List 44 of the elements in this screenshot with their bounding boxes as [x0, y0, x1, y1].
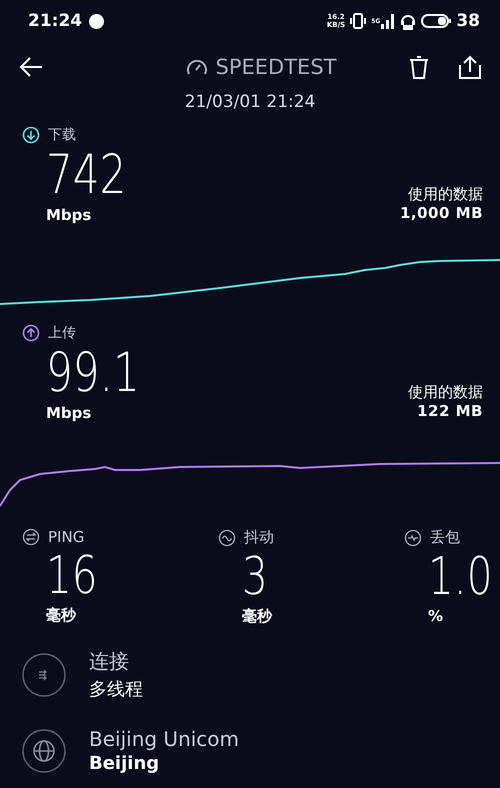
data-used-label: 使用的数据: [408, 383, 483, 402]
data-used-value: 1,000 MB: [400, 204, 483, 222]
metric-label: 抖动: [244, 528, 274, 547]
vibrate-icon: [350, 13, 366, 29]
detail-title: 连接: [89, 648, 130, 675]
notification-dot-icon: [89, 14, 104, 28]
metric-value: 16: [46, 546, 98, 606]
data-used-value: 122 MB: [417, 402, 483, 420]
speed-value: 99.1: [46, 342, 140, 404]
pulse-icon: [404, 528, 422, 546]
arrows-icon: [22, 652, 66, 696]
headset-hd-icon: [400, 12, 416, 30]
back-arrow-icon: [18, 56, 44, 78]
speed-unit: Mbps: [46, 206, 92, 224]
metric-label: PING: [48, 528, 84, 546]
data-used-label: 使用的数据: [408, 185, 483, 204]
metric-unit: 毫秒: [46, 606, 78, 625]
gauge-icon: [186, 57, 208, 77]
status-time: 21:24: [28, 11, 82, 31]
share-icon: [458, 55, 482, 79]
speed-label: 上传: [48, 324, 76, 342]
trash-icon: [408, 55, 430, 79]
speed-label: 下载: [48, 126, 76, 144]
detail-subtitle: Beijing: [89, 753, 160, 774]
test-date: 21/03/01 21:24: [184, 92, 316, 112]
metric-unit: %: [428, 607, 444, 625]
signal-icon: [381, 13, 396, 29]
metric-unit: 毫秒: [242, 607, 274, 626]
wave-icon: [218, 528, 236, 546]
app-title: SPEEDTEST: [216, 55, 336, 79]
share-button[interactable]: [458, 55, 482, 79]
detail-subtitle: 多线程: [89, 678, 143, 701]
metric-label: 丢包: [430, 528, 460, 547]
detail-title: Beijing Unicom: [89, 727, 240, 751]
speed-value: 742: [46, 144, 126, 206]
back-button[interactable]: [18, 56, 44, 78]
battery-percent: 38: [456, 11, 480, 31]
speed-unit: Mbps: [46, 404, 92, 422]
ping-icon: [22, 528, 40, 546]
battery-icon: [421, 13, 452, 29]
globe-icon: [22, 728, 66, 772]
metric-value: 1.0: [428, 547, 492, 607]
metric-value: 3: [242, 547, 268, 607]
delete-button[interactable]: [408, 55, 430, 79]
